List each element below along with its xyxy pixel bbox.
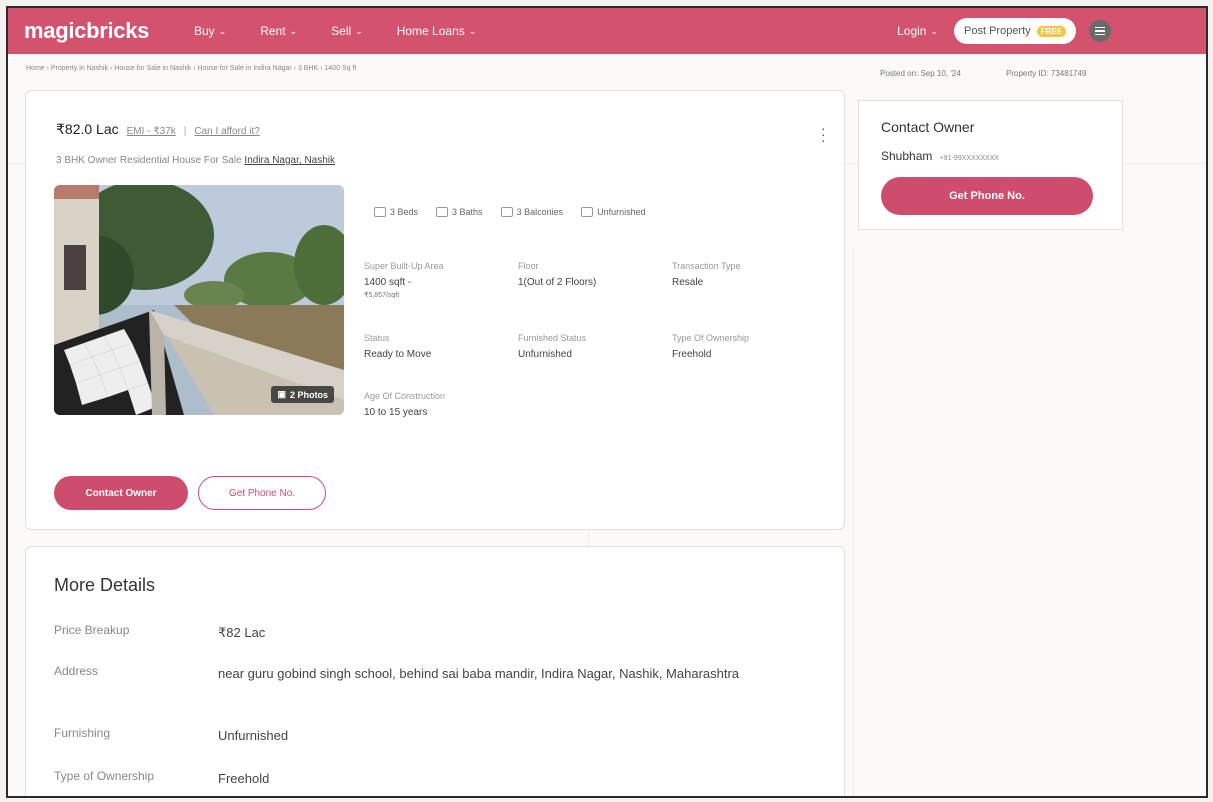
detail-value: near guru gobind singh school, behind sa… xyxy=(218,666,740,681)
header-right: Login ⌄ Post Property FREE xyxy=(897,8,1076,54)
amenity-balconies: 3 Balconies xyxy=(500,207,564,217)
detail-label: Price Breakup xyxy=(54,623,130,637)
hamburger-menu-button[interactable] xyxy=(1089,20,1111,42)
nav-buy-label: Buy xyxy=(194,24,215,38)
spec-value: Ready to Move xyxy=(364,349,432,360)
free-badge: FREE xyxy=(1036,25,1066,37)
contact-owner-card: Contact Owner Shubham +91-99XXXXXXXX Get… xyxy=(858,100,1123,230)
amenity-furnishing: Unfurnished xyxy=(581,207,646,217)
locality-link[interactable]: Indira Nagar, Nashik xyxy=(244,155,335,166)
spec-label: Status xyxy=(364,333,390,343)
spec-status: Status Ready to Move xyxy=(364,333,431,360)
listing-subtitle: 3 BHK Owner Residential House For Sale I… xyxy=(56,155,335,166)
spec-ownership: Type Of Ownership Freehold xyxy=(672,333,749,360)
login-button[interactable]: Login ⌄ xyxy=(897,24,938,38)
get-phone-button[interactable]: Get Phone No. xyxy=(198,476,326,510)
amenity-label: 3 Balconies xyxy=(516,207,564,217)
detail-value: Unfurnished xyxy=(218,728,289,743)
afford-link[interactable]: Can I afford it? xyxy=(194,126,259,137)
camera-icon: ▣ xyxy=(277,389,286,399)
bed-icon xyxy=(374,207,386,217)
amenity-label: 3 Baths xyxy=(452,207,483,217)
detail-label: Type of Ownership xyxy=(54,769,155,783)
chevron-down-icon: ⌄ xyxy=(218,25,227,36)
owner-name: Shubham xyxy=(881,149,933,163)
amenity-beds: 3 Beds xyxy=(374,207,418,217)
chevron-down-icon: ⌄ xyxy=(468,25,477,36)
detail-label: Furnishing xyxy=(54,726,111,740)
spec-label: Floor xyxy=(518,261,539,271)
more-options-icon[interactable]: · · · xyxy=(821,121,826,147)
nav-sell[interactable]: Sell ⌄ xyxy=(331,24,363,38)
posted-date: Posted on: Sep 10, '24 xyxy=(880,69,961,78)
page-frame: magicbricks Buy ⌄ Rent ⌄ Sell ⌄ Home Loa… xyxy=(6,6,1208,798)
spec-label: Age Of Construction xyxy=(364,391,446,401)
spec-area: Super Built-Up Area 1400 sqft - ₹5,857/s… xyxy=(364,261,444,299)
spec-label: Transaction Type xyxy=(672,261,741,271)
sidebar-get-phone-button[interactable]: Get Phone No. xyxy=(881,177,1093,215)
spec-value: Unfurnished xyxy=(518,349,572,360)
detail-value: Freehold xyxy=(218,771,270,786)
spec-value: 1400 sqft - xyxy=(364,277,412,288)
top-navbar: magicbricks Buy ⌄ Rent ⌄ Sell ⌄ Home Loa… xyxy=(8,8,1206,54)
post-property-button[interactable]: Post Property FREE xyxy=(954,18,1076,44)
spec-transaction: Transaction Type Resale xyxy=(672,261,741,288)
owner-info: Shubham +91-99XXXXXXXX xyxy=(881,149,999,163)
listing-card: ₹82.0 Lac EMI - ₹37k | Can I afford it? … xyxy=(25,90,845,530)
spec-rate: ₹5,857/sqft xyxy=(364,292,400,299)
spec-value: 10 to 15 years xyxy=(364,407,428,418)
breadcrumb[interactable]: Home › Property in Nashik › House for Sa… xyxy=(26,65,356,72)
nav-buy[interactable]: Buy ⌄ xyxy=(194,24,226,38)
property-id: Property ID: 73481749 xyxy=(1006,69,1087,78)
separator: | xyxy=(183,126,187,137)
furnishing-icon xyxy=(581,207,594,217)
property-photo-image xyxy=(54,185,344,415)
photos-count-badge[interactable]: ▣ 2 Photos xyxy=(271,386,334,403)
amenity-label: 3 Beds xyxy=(390,207,419,217)
nav-sell-label: Sell xyxy=(331,24,352,38)
spec-value: 1(Out of 2 Floors) xyxy=(518,277,597,288)
nav-home-loans-label: Home Loans xyxy=(396,24,465,38)
amenity-label: Unfurnished xyxy=(597,207,646,217)
post-property-label: Post Property xyxy=(964,25,1031,37)
logo[interactable]: magicbricks xyxy=(24,18,174,44)
background-line xyxy=(853,248,854,796)
balcony-icon xyxy=(500,207,513,217)
property-photo[interactable]: ▣ 2 Photos xyxy=(54,185,344,415)
spec-label: Super Built-Up Area xyxy=(364,261,444,271)
detail-value: ₹82 Lac xyxy=(218,625,266,640)
emi-link[interactable]: EMI - ₹37k xyxy=(127,126,176,137)
login-label: Login xyxy=(897,24,927,38)
spec-label: Type Of Ownership xyxy=(672,333,750,343)
listing-type: 3 BHK Owner Residential House For Sale xyxy=(56,155,242,166)
spec-furnished: Furnished Status Unfurnished xyxy=(518,333,586,360)
nav-rent[interactable]: Rent ⌄ xyxy=(260,24,297,38)
more-details-title: More Details xyxy=(54,575,156,595)
spec-value: Freehold xyxy=(672,349,712,360)
amenity-baths: 3 Baths xyxy=(436,207,483,217)
owner-phone-masked: +91-99XXXXXXXX xyxy=(939,155,1000,162)
nav-home-loans[interactable]: Home Loans ⌄ xyxy=(397,24,477,38)
price-row: ₹82.0 Lac EMI - ₹37k | Can I afford it? xyxy=(56,121,260,138)
chevron-down-icon: ⌄ xyxy=(930,25,939,36)
contact-title: Contact Owner xyxy=(881,119,975,135)
photos-count-label: 2 Photos xyxy=(289,389,328,400)
spec-label: Furnished Status xyxy=(518,333,587,343)
chevron-down-icon: ⌄ xyxy=(289,25,298,36)
more-details-card: More Details Price Breakup ₹82 Lac Addre… xyxy=(25,546,845,796)
spec-floor: Floor 1(Out of 2 Floors) xyxy=(518,261,596,288)
detail-label: Address xyxy=(54,664,99,678)
hamburger-icon xyxy=(1095,26,1105,37)
nav-rent-label: Rent xyxy=(260,24,286,38)
chevron-down-icon: ⌄ xyxy=(355,25,363,36)
spec-value: Resale xyxy=(672,277,704,288)
spec-age: Age Of Construction 10 to 15 years xyxy=(364,391,445,418)
price: ₹82.0 Lac xyxy=(56,121,119,137)
amenities-row: 3 Beds 3 Baths 3 Balconies Unfurnished xyxy=(374,207,646,217)
bath-icon xyxy=(436,207,449,217)
main-nav: Buy ⌄ Rent ⌄ Sell ⌄ Home Loans ⌄ xyxy=(194,24,510,38)
contact-owner-button[interactable]: Contact Owner xyxy=(54,476,188,510)
